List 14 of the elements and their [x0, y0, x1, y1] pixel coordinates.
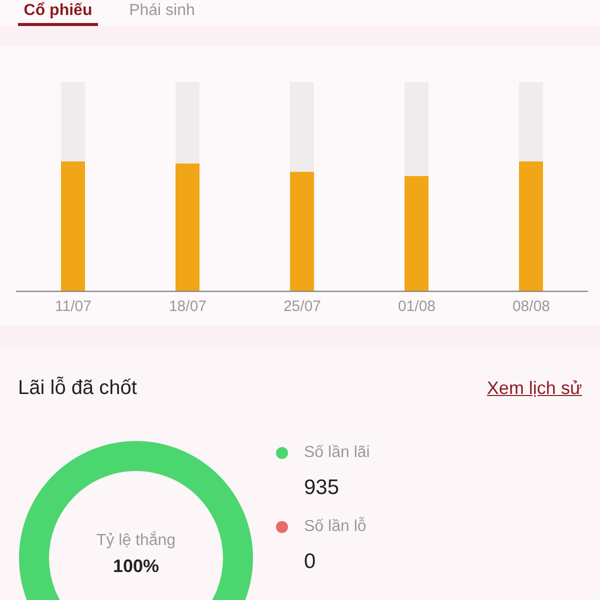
legend-value: 0	[304, 550, 317, 574]
axis-label: 01/08	[396, 298, 437, 315]
legend-label: Số lần lỗ	[304, 518, 368, 536]
history-link[interactable]: Xem lịch sử	[486, 378, 582, 399]
axis-label: 11/07	[54, 298, 92, 315]
win-rate-label: Tỷ lệ thắng	[95, 532, 177, 550]
axis-label: 08/08	[511, 298, 552, 315]
axis-label: 25/07	[282, 298, 322, 315]
axis-label: 18/07	[168, 298, 208, 315]
legend-value: 935	[304, 476, 340, 500]
win-rate-value: 100%	[112, 556, 160, 577]
tab[interactable]: Cổ phiếu	[18, 0, 98, 26]
legend-label: Số lần lãi	[304, 444, 370, 462]
section-title: Lãi lỗ đã chốt	[18, 377, 137, 400]
